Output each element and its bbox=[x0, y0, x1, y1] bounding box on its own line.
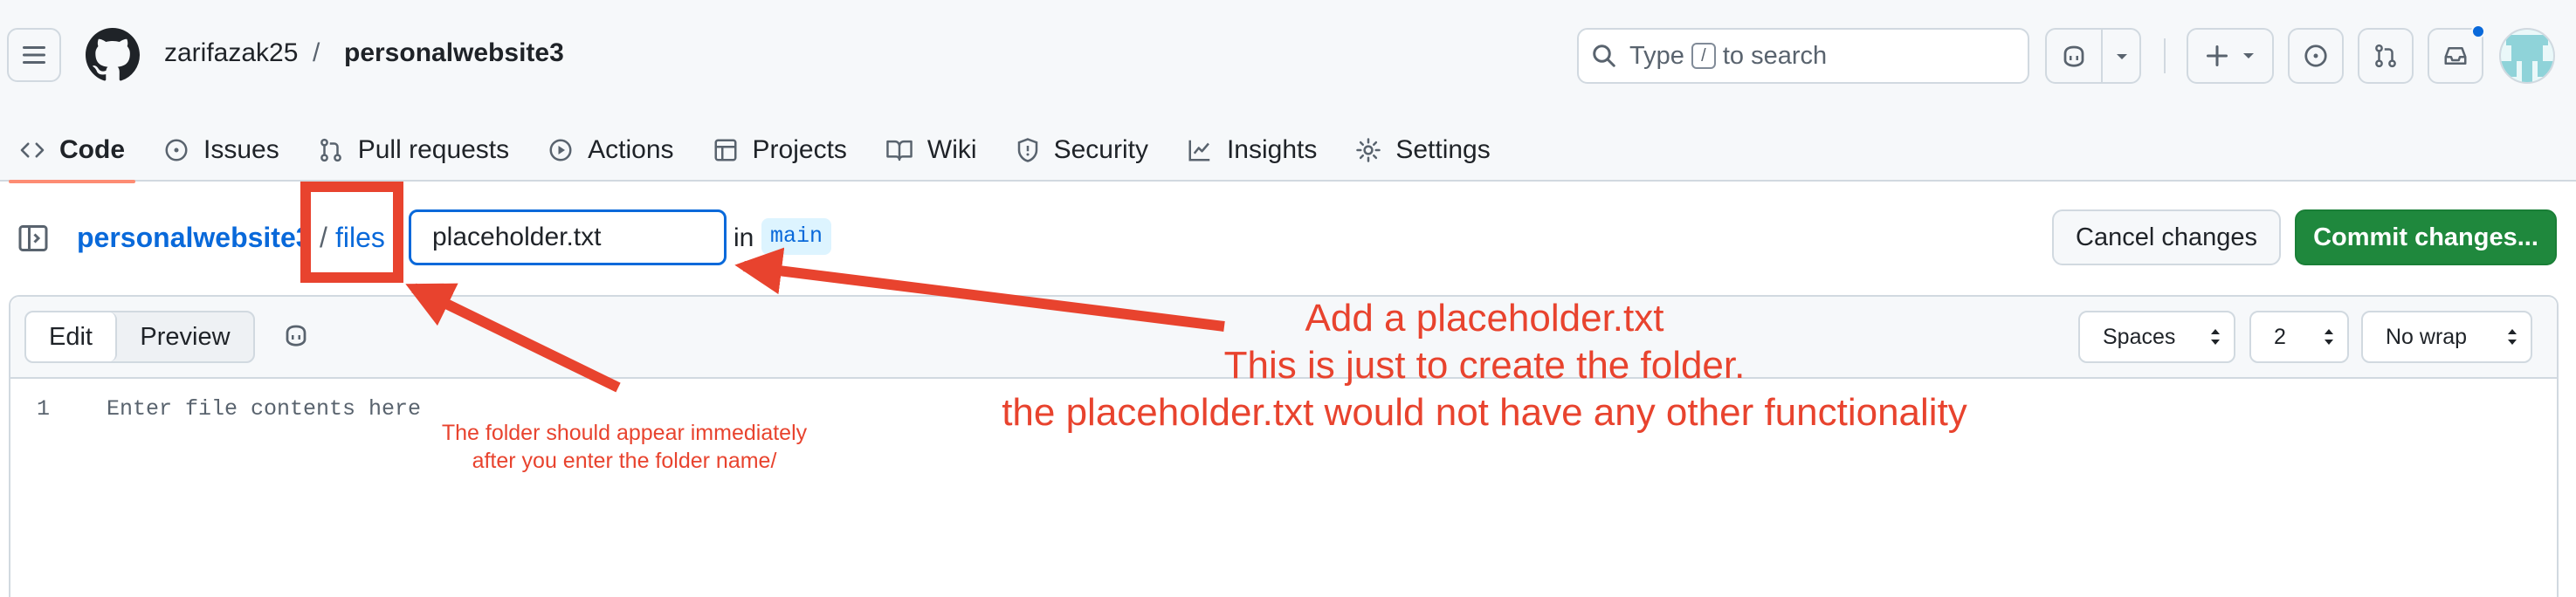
annotation-line: The folder should appear immediately bbox=[441, 421, 808, 445]
copilot-icon[interactable] bbox=[283, 323, 309, 347]
tab-wiki[interactable]: Wiki bbox=[866, 119, 996, 182]
chevron-down-icon[interactable] bbox=[2115, 52, 2129, 61]
tab-pull-requests[interactable]: Pull requests bbox=[299, 119, 528, 182]
header-divider bbox=[2164, 38, 2166, 73]
repo-name-link[interactable]: personalwebsite3 bbox=[344, 38, 564, 68]
sidebar-toggle-icon[interactable] bbox=[17, 223, 49, 254]
tab-label: Projects bbox=[752, 135, 847, 164]
shield-icon bbox=[1017, 138, 1037, 162]
wrap-mode-select[interactable]: No wrap bbox=[2361, 311, 2532, 363]
annotation-line: the placeholder.txt would not have any o… bbox=[1002, 391, 1967, 434]
indent-size-value: 2 bbox=[2274, 324, 2286, 349]
breadcrumb-repo-link[interactable]: personalwebsite3 bbox=[77, 222, 312, 254]
play-icon bbox=[549, 139, 572, 161]
annotation-line: This is just to create the folder. bbox=[1223, 344, 1746, 387]
issue-icon bbox=[2304, 45, 2327, 67]
filename-input[interactable] bbox=[409, 209, 727, 265]
line-number: 1 bbox=[37, 396, 51, 422]
pull-request-icon bbox=[320, 138, 341, 162]
chevron-down-icon bbox=[2243, 53, 2254, 58]
tab-preview[interactable]: Preview bbox=[117, 312, 253, 361]
tab-label: Code bbox=[59, 135, 125, 164]
tab-label: Issues bbox=[203, 135, 279, 164]
repo-nav: Code Issues Pull requests Actions Projec… bbox=[0, 119, 1510, 183]
github-logo-icon[interactable] bbox=[86, 28, 140, 82]
tab-code[interactable]: Code bbox=[0, 119, 144, 183]
indent-mode-select[interactable]: Spaces bbox=[2078, 311, 2235, 363]
tab-label: Settings bbox=[1395, 135, 1491, 164]
menu-button[interactable] bbox=[7, 28, 61, 82]
cancel-changes-button[interactable]: Cancel changes bbox=[2052, 209, 2281, 265]
annotation-highlight-box bbox=[300, 182, 403, 283]
global-header: zarifazak25 / personalwebsite3 Type / to… bbox=[0, 0, 2576, 183]
search-icon bbox=[1593, 45, 1615, 67]
indent-size-select[interactable]: 2 bbox=[2249, 311, 2349, 363]
edit-preview-toggle: Edit Preview bbox=[24, 311, 255, 363]
tab-insights[interactable]: Insights bbox=[1167, 119, 1336, 182]
editor-content-area[interactable]: Enter file contents here bbox=[107, 396, 421, 422]
tab-projects[interactable]: Projects bbox=[693, 119, 866, 182]
annotation-folder-note: The folder should appear immediately aft… bbox=[375, 419, 873, 475]
identicon-icon bbox=[2501, 30, 2553, 82]
search-suffix: to search bbox=[1722, 41, 1828, 70]
tab-settings[interactable]: Settings bbox=[1336, 119, 1509, 182]
search-prefix: Type bbox=[1629, 41, 1684, 70]
copilot-button[interactable] bbox=[2045, 28, 2141, 84]
graph-icon bbox=[1188, 140, 1210, 161]
book-icon bbox=[886, 140, 913, 161]
tab-security[interactable]: Security bbox=[996, 119, 1167, 182]
select-arrows-icon bbox=[2325, 329, 2333, 345]
tab-issues[interactable]: Issues bbox=[144, 119, 299, 182]
tab-actions[interactable]: Actions bbox=[528, 119, 692, 182]
inbox-icon bbox=[2444, 47, 2467, 65]
tab-label: Insights bbox=[1226, 135, 1318, 164]
annotation-main-note: Add a placeholder.txt This is just to cr… bbox=[961, 295, 2008, 436]
annotation-line: Add a placeholder.txt bbox=[1305, 297, 1664, 340]
tab-label: Actions bbox=[588, 135, 674, 164]
pull-requests-button[interactable] bbox=[2358, 28, 2414, 84]
annotation-line: after you enter the folder name/ bbox=[472, 449, 777, 473]
table-icon bbox=[714, 139, 737, 161]
copilot-icon bbox=[2063, 45, 2084, 67]
create-new-button[interactable] bbox=[2187, 28, 2274, 84]
branch-badge: main bbox=[761, 218, 832, 255]
tab-label: Security bbox=[1053, 135, 1148, 164]
tab-edit[interactable]: Edit bbox=[26, 312, 117, 361]
issues-button[interactable] bbox=[2288, 28, 2344, 84]
search-input[interactable]: Type / to search bbox=[1577, 28, 2029, 84]
wrap-mode-value: No wrap bbox=[2386, 324, 2468, 349]
select-arrows-icon bbox=[2508, 329, 2517, 345]
avatar[interactable] bbox=[2499, 28, 2555, 84]
pull-request-icon bbox=[2375, 44, 2396, 68]
code-icon bbox=[20, 142, 45, 158]
issue-icon bbox=[165, 139, 188, 161]
search-shortcut-key: / bbox=[1691, 43, 1716, 69]
notification-dot bbox=[2471, 24, 2485, 38]
path-separator: / bbox=[313, 38, 320, 67]
button-divider bbox=[2101, 30, 2103, 82]
tab-label: Pull requests bbox=[357, 135, 510, 164]
select-arrows-icon bbox=[2211, 329, 2220, 345]
indent-mode-value: Spaces bbox=[2103, 324, 2176, 349]
commit-changes-button[interactable]: Commit changes... bbox=[2295, 209, 2557, 265]
tab-label: Wiki bbox=[926, 135, 977, 164]
hamburger-icon bbox=[23, 46, 45, 64]
plus-icon bbox=[2206, 45, 2228, 67]
repo-owner-link[interactable]: zarifazak25 bbox=[164, 38, 298, 68]
gear-icon bbox=[1356, 138, 1381, 162]
branch-in-label: in bbox=[734, 223, 754, 252]
search-placeholder: Type / to search bbox=[1629, 42, 1827, 71]
